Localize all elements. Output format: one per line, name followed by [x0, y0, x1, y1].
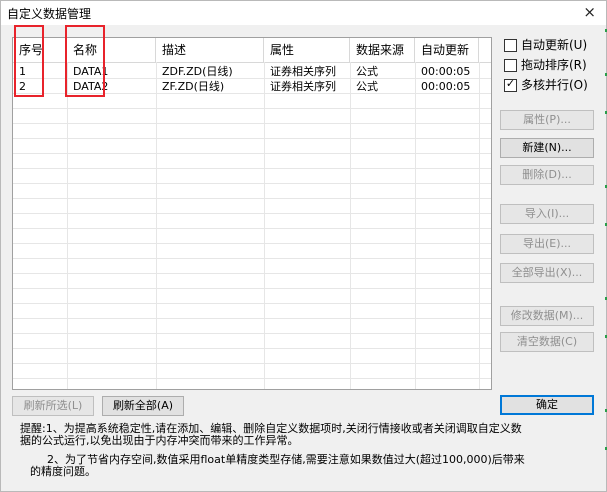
close-icon[interactable]: × — [583, 3, 596, 21]
properties-button[interactable]: 属性(P)... — [500, 110, 594, 130]
cell-attribute: 证券相关序列 — [270, 65, 336, 78]
title-bar: 自定义数据管理 × — [1, 1, 606, 25]
cell-auto-update: 00:00:05 — [421, 65, 471, 78]
modify-data-button[interactable]: 修改数据(M)... — [500, 306, 594, 326]
cell-description: ZF.ZD(日线) — [162, 80, 225, 93]
drag-sort-checkbox[interactable]: 拖动排序(R) — [504, 57, 604, 73]
tip-line-2: 据的公式运行,以免出现由于内存冲突而带来的工作异常。 — [20, 434, 299, 447]
cell-source: 公式 — [356, 80, 378, 93]
cell-attribute: 证券相关序列 — [270, 80, 336, 93]
ok-button[interactable]: 确定 — [500, 395, 594, 415]
tip-line-4: 的精度问题。 — [30, 465, 96, 478]
cell-auto-update: 00:00:05 — [421, 80, 471, 93]
cell-description: ZDF.ZD(日线) — [162, 65, 233, 78]
new-button[interactable]: 新建(N)... — [500, 138, 594, 158]
delete-button[interactable]: 删除(D)... — [500, 165, 594, 185]
checkbox-box — [504, 59, 517, 72]
clear-data-button[interactable]: 清空数据(C) — [500, 332, 594, 352]
cell-source: 公式 — [356, 65, 378, 78]
dialog-window: 自定义数据管理 × 序号 名称 描述 属性 数据来源 自动更新 1 DATA1 … — [0, 0, 607, 492]
refresh-all-button[interactable]: 刷新全部(A) — [102, 396, 184, 416]
checkbox-box: ✓ — [504, 77, 517, 92]
highlight-box-index-column — [14, 25, 44, 97]
window-title: 自定义数据管理 — [7, 7, 92, 21]
export-all-button[interactable]: 全部导出(X)... — [500, 263, 594, 283]
export-button[interactable]: 导出(E)... — [500, 234, 594, 254]
column-header-auto-update[interactable]: 自动更新 — [415, 38, 479, 62]
checkbox-box — [504, 39, 517, 52]
check-icon: ✓ — [505, 77, 516, 90]
column-header-description[interactable]: 描述 — [156, 38, 264, 62]
auto-update-checkbox[interactable]: 自动更新(U) — [504, 37, 604, 53]
import-button[interactable]: 导入(I)... — [500, 204, 594, 224]
highlight-box-name-column — [65, 25, 105, 97]
multi-core-checkbox[interactable]: ✓ 多核并行(O) — [504, 77, 604, 93]
column-header-attribute[interactable]: 属性 — [264, 38, 350, 62]
column-header-source[interactable]: 数据来源 — [350, 38, 415, 62]
tip-line-3: 2、为了节省内存空间,数值采用float单精度类型存储,需要注意如果数值过大(超… — [47, 453, 525, 466]
refresh-selected-button[interactable]: 刷新所选(L) — [12, 396, 94, 416]
